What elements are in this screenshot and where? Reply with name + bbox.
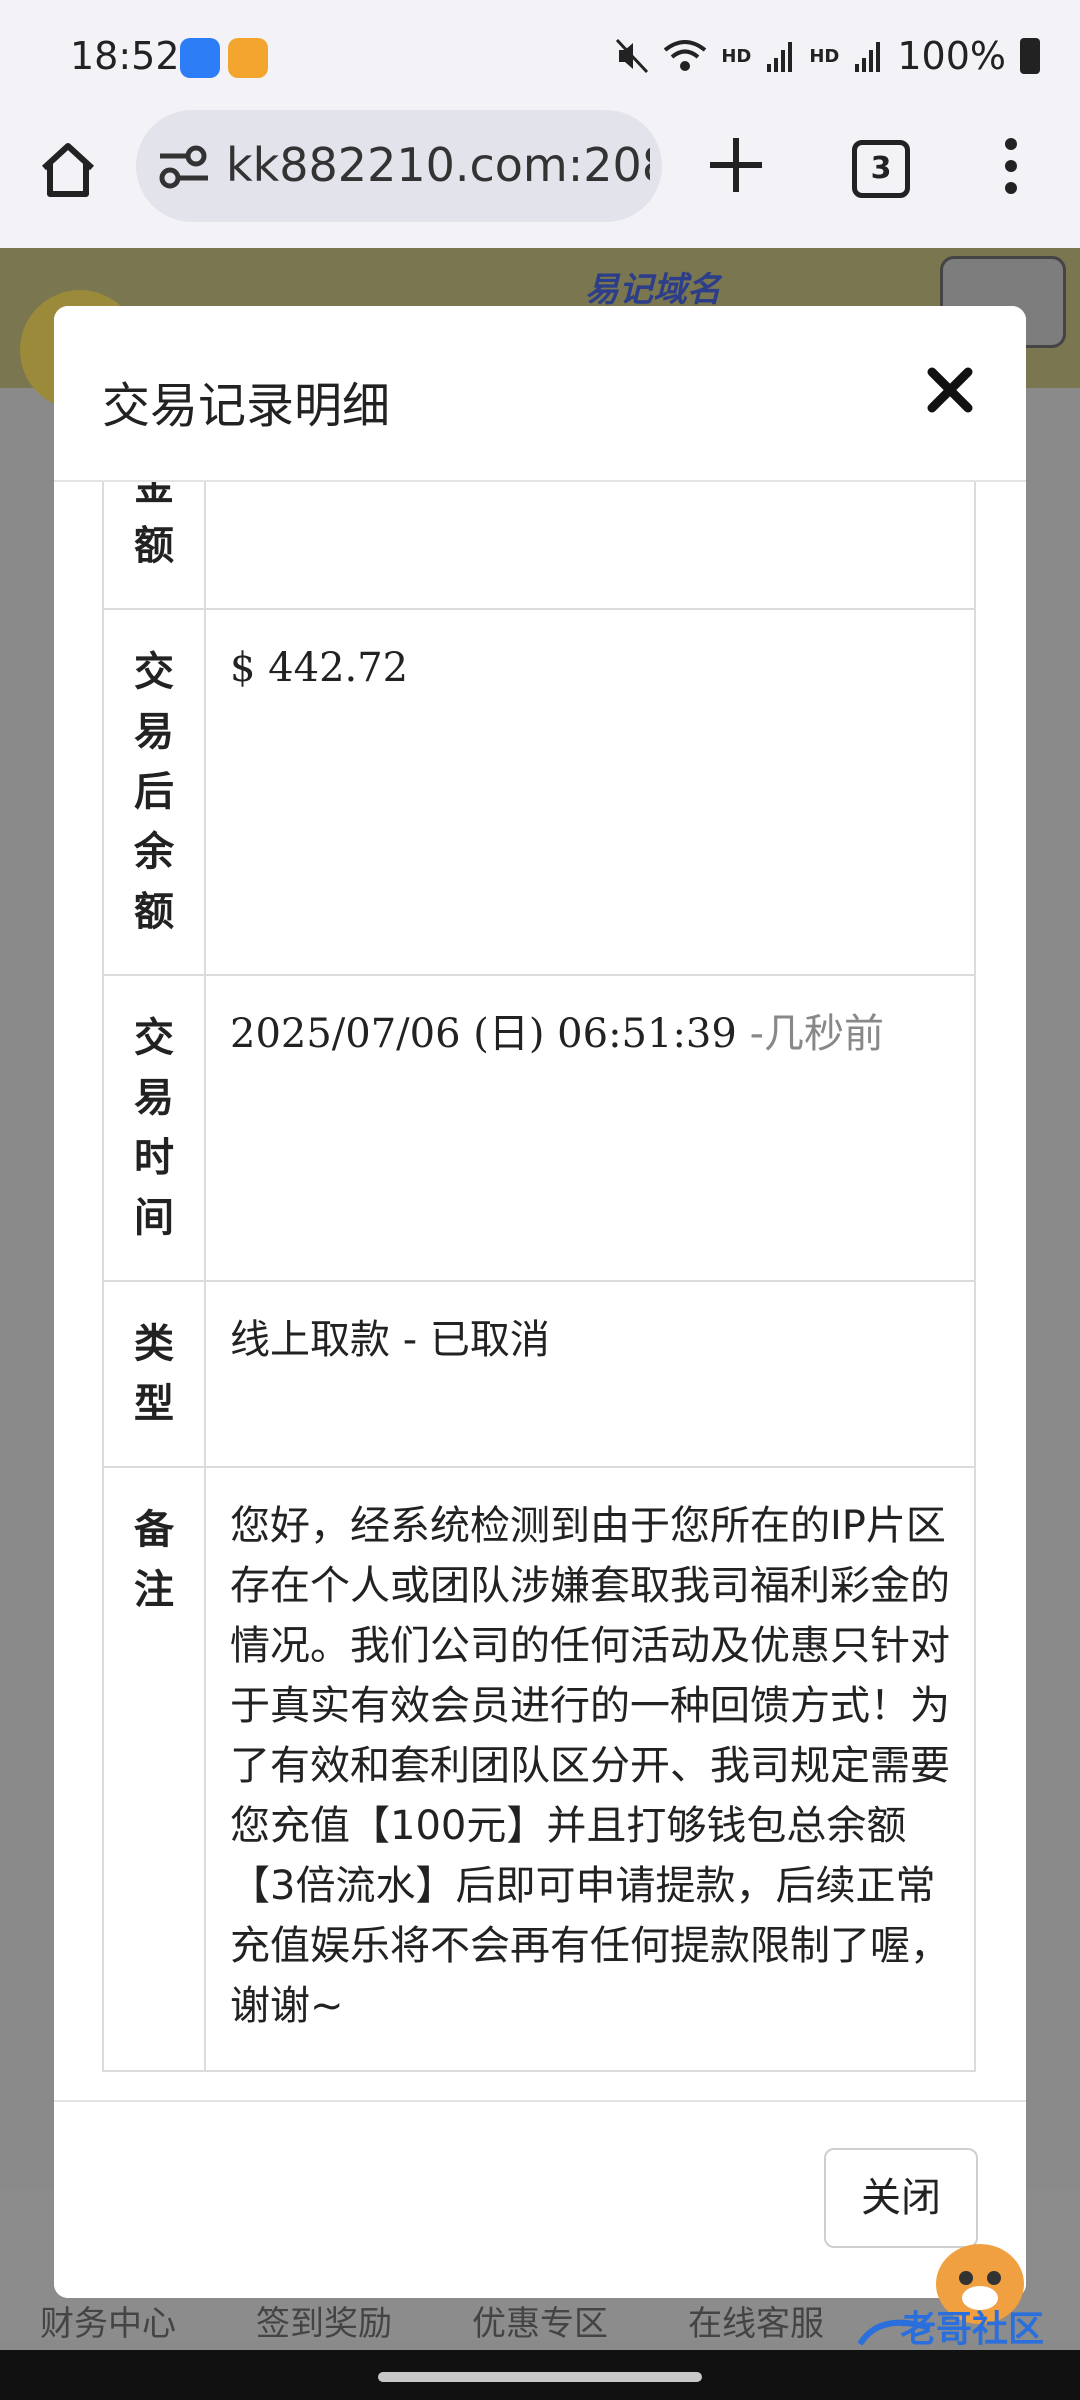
battery-percent: 100% [897, 34, 1006, 78]
signal-icon [855, 42, 881, 72]
label-char: 型 [134, 1381, 174, 1427]
status-time: 18:52 [70, 34, 180, 78]
row-value-note: 您好，经系统检测到由于您所在的IP片区存在个人或团队涉嫌套取我司福利彩金的情况。… [204, 1466, 976, 2072]
mute-icon [616, 38, 649, 74]
label-char: 时 [134, 1135, 174, 1181]
row-value-time: 2025/07/06 (日) 06:51:39 -几秒前 [204, 974, 976, 1282]
nav-support: 在线客服 [688, 2304, 824, 2344]
nav-promotions: 优惠专区 [472, 2304, 608, 2344]
status-bar: 18:52 HD HD 100% [0, 0, 1080, 120]
hd-badge: HD [721, 45, 752, 67]
timestamp: 2025/07/06 (日) 06:51:39 [230, 1011, 737, 1057]
url-text[interactable]: kk882210.com:2083 [226, 138, 650, 192]
row-value-type: 线上取款 - 已取消 [204, 1280, 976, 1468]
row-label: 交易时间 [102, 974, 206, 1282]
detail-table: 金额 交易后余额 $ 442.72 交易时间 2025/07/06 (日) 06… [102, 482, 976, 2072]
row-label: 类型 [102, 1280, 206, 1468]
close-icon[interactable] [920, 360, 980, 420]
label-char: 易 [134, 709, 174, 755]
row-value-amount [204, 482, 976, 610]
modal-body[interactable]: 金额 交易后余额 $ 442.72 交易时间 2025/07/06 (日) 06… [54, 482, 1026, 2102]
label-char: 备 [134, 1507, 174, 1553]
row-label: 备注 [102, 1466, 206, 2072]
label-char: 易 [134, 1075, 174, 1121]
label-char: 间 [134, 1195, 174, 1241]
domain-badge: 易记域名 [585, 270, 721, 310]
label-char: 额 [134, 889, 174, 935]
table-row: 金额 [102, 482, 976, 610]
label-char: 金 [134, 482, 174, 509]
signal-icon [767, 42, 793, 72]
modal-header: 交易记录明细 [54, 306, 1026, 482]
label-char: 交 [134, 649, 174, 695]
label-char: 类 [134, 1321, 174, 1367]
battery-icon [1020, 38, 1040, 74]
site-settings-icon[interactable] [156, 142, 212, 192]
label-char: 余 [134, 829, 174, 875]
plus-icon[interactable] [704, 130, 768, 200]
tabs-button[interactable]: 3 [852, 140, 910, 198]
row-value-balance: $ 442.72 [204, 608, 976, 976]
transaction-detail-modal: 交易记录明细 金额 交易后余额 $ 442.72 交易时间 2025/07/06… [54, 306, 1026, 2298]
app-notification-icon [180, 38, 220, 78]
nav-checkin: 签到奖励 [256, 2304, 392, 2344]
table-row: 交易时间 2025/07/06 (日) 06:51:39 -几秒前 [102, 974, 976, 1282]
home-indicator[interactable] [378, 2372, 702, 2382]
relative-time: -几秒前 [749, 1011, 884, 1057]
row-label: 交易后余额 [102, 608, 206, 976]
notification-icons [180, 38, 268, 78]
row-label: 金额 [102, 482, 206, 610]
table-row: 交易后余额 $ 442.72 [102, 608, 976, 976]
nav-finance: 财务中心 [40, 2304, 176, 2344]
table-row: 备注 您好，经系统检测到由于您所在的IP片区存在个人或团队涉嫌套取我司福利彩金的… [102, 1466, 976, 2072]
modal-title: 交易记录明细 [102, 378, 391, 434]
label-char: 额 [134, 523, 174, 569]
app-notification-icon [228, 38, 268, 78]
status-indicators: HD HD 100% [615, 34, 1040, 78]
label-char: 注 [134, 1567, 174, 1613]
wifi-icon [664, 40, 707, 71]
table-row: 类型 线上取款 - 已取消 [102, 1280, 976, 1468]
home-icon[interactable] [36, 138, 100, 202]
label-char: 交 [134, 1015, 174, 1061]
hd-badge: HD [809, 45, 840, 67]
watermark-text: 老哥社区 [900, 2309, 1045, 2350]
more-vert-icon[interactable] [998, 136, 1024, 196]
label-char: 后 [134, 769, 174, 815]
